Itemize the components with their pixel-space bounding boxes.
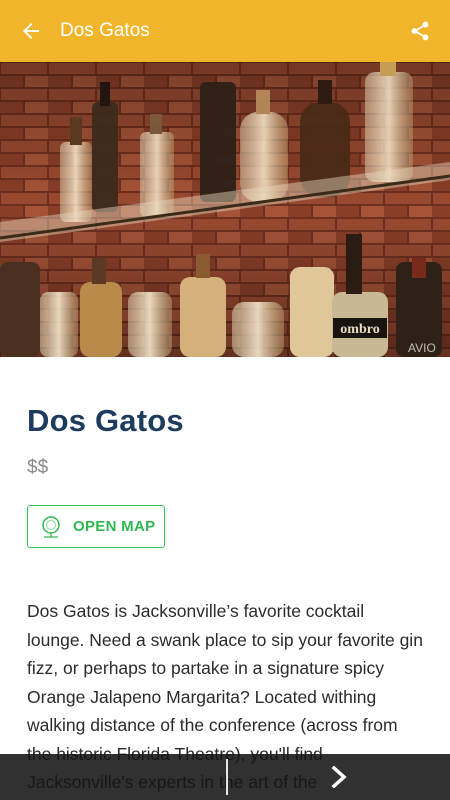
map-pin-icon (42, 515, 60, 538)
price-level: $$ (27, 457, 49, 478)
bottle-label-text: ombro (340, 322, 379, 337)
chevron-right-icon (331, 766, 347, 788)
arrow-left-icon (23, 23, 39, 39)
share-icon (411, 21, 429, 41)
photo-watermark: AVIO (408, 341, 436, 355)
nav-divider (226, 759, 228, 795)
app-bar-title: Dos Gatos (60, 20, 150, 41)
share-button[interactable] (400, 11, 440, 51)
back-button[interactable] (0, 0, 62, 62)
open-map-button[interactable]: OPEN MAP (27, 505, 165, 548)
next-button[interactable] (324, 762, 354, 792)
open-map-label: OPEN MAP (73, 518, 156, 535)
app-bar: Dos Gatos (0, 0, 450, 62)
venue-name: Dos Gatos (27, 403, 184, 438)
bottom-nav-bar (0, 754, 450, 800)
venue-photo: ombro AVIO (0, 62, 450, 357)
